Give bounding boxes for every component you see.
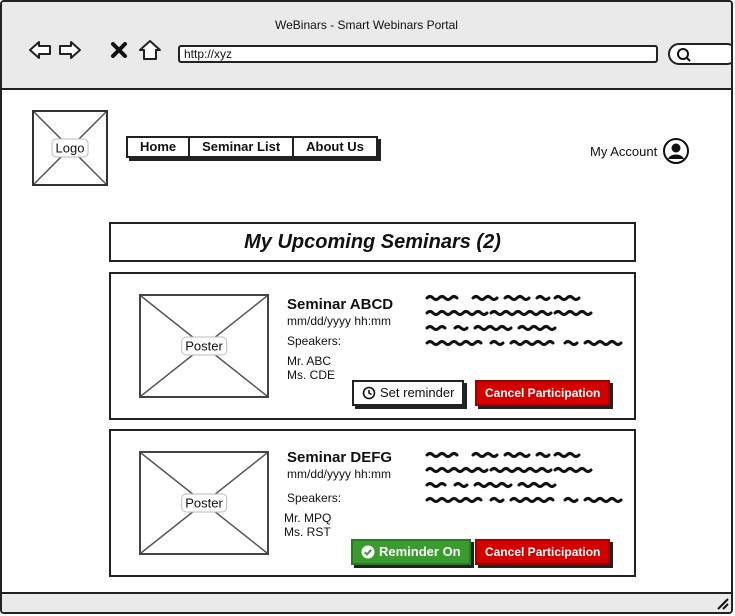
check-circle-icon — [361, 545, 375, 559]
speakers-label: Speakers: — [287, 334, 342, 348]
menu-item-home[interactable]: Home — [128, 138, 191, 156]
browser-search-box[interactable] — [668, 43, 731, 65]
url-field[interactable]: http://xyz — [178, 45, 658, 63]
window-title: WeBinars - Smart Webinars Portal — [275, 18, 458, 32]
seminar-title: Seminar DEFG — [287, 449, 393, 466]
logo[interactable]: Logo — [32, 110, 108, 186]
set-reminder-label: Set reminder — [380, 385, 455, 400]
page-title: My Upcoming Seminars (2) — [109, 222, 636, 262]
back-arrow-icon[interactable] — [28, 39, 52, 61]
reminder-on-button[interactable]: Reminder On — [351, 539, 471, 565]
search-icon — [677, 48, 691, 62]
seminar-title: Seminar ABCD — [287, 296, 394, 313]
poster-label: Poster — [181, 493, 227, 513]
speaker-name: Mr. MPQ — [284, 511, 332, 525]
seminar-datetime: mm/dd/yyyy hh:mm — [287, 314, 392, 328]
description-text-placeholder — [425, 295, 623, 346]
speakers-list: Mr. MPQ Ms. RST — [284, 511, 331, 539]
main-menu: Home Seminar List About Us — [126, 136, 378, 158]
speakers-label: Speakers: — [287, 491, 342, 505]
home-icon[interactable] — [138, 39, 162, 61]
poster-image: Poster — [139, 294, 269, 398]
resize-grip-icon[interactable] — [715, 596, 729, 610]
cancel-participation-button[interactable]: Cancel Participation — [475, 539, 611, 565]
speaker-name: Ms. RST — [284, 525, 331, 539]
menu-item-about-us[interactable]: About Us — [294, 138, 376, 156]
close-icon[interactable] — [109, 39, 129, 61]
browser-statusbar — [2, 592, 731, 612]
seminar-card: Poster Seminar DEFG mm/dd/yyyy hh:mm Spe… — [109, 429, 636, 577]
logo-label: Logo — [51, 138, 89, 158]
cancel-participation-button[interactable]: Cancel Participation — [475, 380, 611, 406]
description-text-placeholder — [425, 452, 623, 503]
speakers-list: Mr. ABC Ms. CDE — [287, 354, 335, 382]
poster-image: Poster — [139, 451, 269, 555]
browser-window: WeBinars - Smart Webinars Portal http://… — [0, 0, 733, 614]
seminar-datetime: mm/dd/yyyy hh:mm — [287, 467, 392, 481]
my-account-label: My Account — [590, 143, 658, 159]
seminar-card: Poster Seminar ABCD mm/dd/yyyy hh:mm Spe… — [109, 272, 636, 420]
my-account-link[interactable]: My Account — [590, 138, 690, 164]
menu-item-seminar-list[interactable]: Seminar List — [190, 138, 295, 156]
speaker-name: Mr. ABC — [287, 354, 332, 368]
user-icon — [663, 138, 690, 164]
reminder-on-label: Reminder On — [379, 544, 461, 559]
browser-titlebar: WeBinars - Smart Webinars Portal http://… — [2, 2, 731, 90]
set-reminder-button[interactable]: Set reminder — [352, 380, 465, 406]
clock-icon — [362, 386, 376, 400]
speaker-name: Ms. CDE — [287, 368, 335, 382]
forward-arrow-icon[interactable] — [58, 39, 82, 61]
poster-label: Poster — [181, 336, 227, 356]
